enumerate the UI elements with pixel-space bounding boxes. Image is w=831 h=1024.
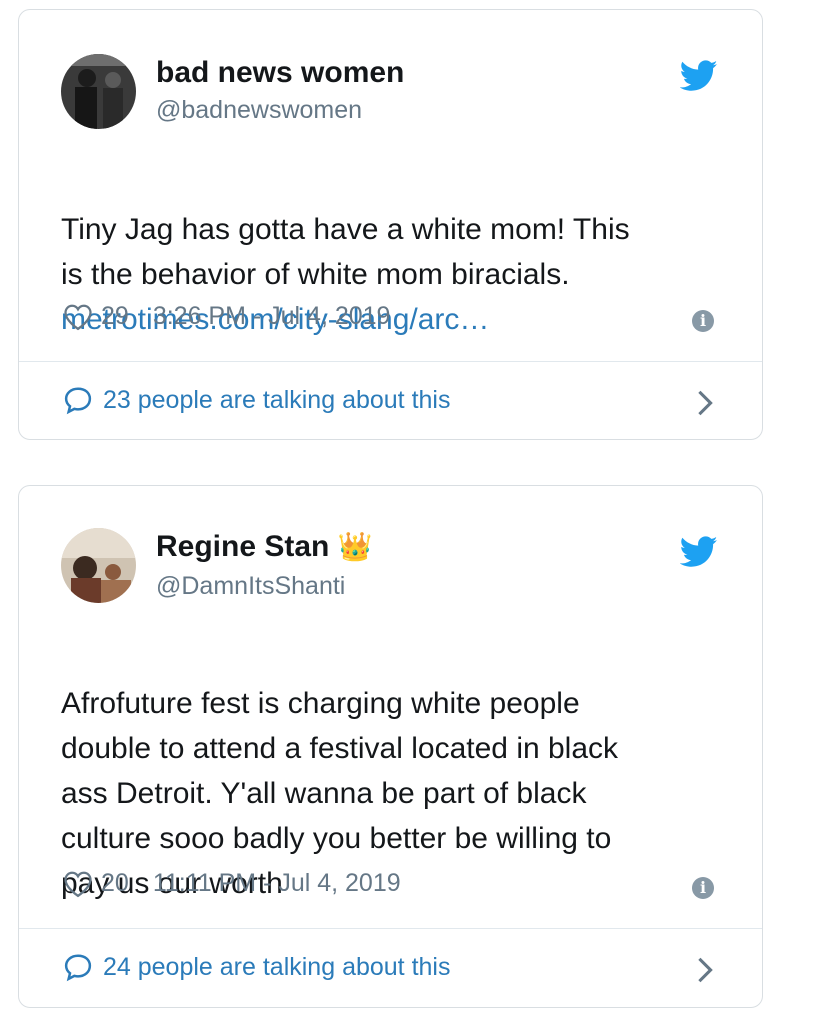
info-icon[interactable]: i: [692, 310, 714, 332]
user-handle[interactable]: @badnewswomen: [156, 96, 362, 125]
info-icon[interactable]: i: [692, 877, 714, 899]
chevron-right-icon[interactable]: [696, 389, 714, 417]
avatar-photo: [61, 54, 136, 129]
twitter-bird-icon[interactable]: [680, 536, 718, 568]
heart-icon[interactable]: [63, 303, 93, 331]
divider: [19, 928, 762, 929]
display-name[interactable]: bad news women: [156, 56, 404, 90]
talking-text: 24 people are talking about this: [103, 952, 451, 981]
tweet-card[interactable]: bad news women @badnewswomen Tiny Jag ha…: [18, 9, 763, 440]
talking-text: 23 people are talking about this: [103, 385, 451, 414]
tweet-card[interactable]: Regine Stan 👑 @DamnItsShanti Afrofuture …: [18, 485, 763, 1008]
tweet-meta: 29 3:26 PM - Jul 4, 2019: [63, 302, 390, 331]
tweet-body: Tiny Jag has gotta have a white mom! Thi…: [61, 213, 630, 291]
display-name-text: bad news women: [156, 56, 405, 89]
speech-bubble-icon: [64, 387, 92, 415]
like-count[interactable]: 29: [101, 302, 129, 331]
twitter-bird-icon[interactable]: [680, 60, 718, 92]
display-name[interactable]: Regine Stan 👑: [156, 530, 373, 564]
chevron-right-icon[interactable]: [696, 956, 714, 984]
like-count[interactable]: 20: [101, 869, 129, 898]
display-name-text: Regine Stan: [156, 530, 330, 563]
heart-icon[interactable]: [63, 870, 93, 898]
avatar[interactable]: [61, 528, 136, 603]
user-handle[interactable]: @DamnItsShanti: [156, 572, 345, 601]
avatar-photo: [61, 528, 136, 603]
talking-link[interactable]: 23 people are talking about this: [63, 385, 450, 415]
speech-bubble-icon: [64, 954, 92, 982]
tweet-text: Afrofuture fest is charging white people…: [61, 636, 618, 906]
talking-link[interactable]: 24 people are talking about this: [63, 952, 450, 982]
avatar[interactable]: [61, 54, 136, 129]
tweet-meta: 20 11:11 PM - Jul 4, 2019: [63, 869, 401, 898]
timestamp[interactable]: 3:26 PM - Jul 4, 2019: [153, 302, 391, 331]
crown-emoji: 👑: [337, 531, 373, 562]
tweet-text: Tiny Jag has gotta have a white mom! Thi…: [61, 162, 630, 387]
divider: [19, 361, 762, 362]
timestamp[interactable]: 11:11 PM - Jul 4, 2019: [153, 869, 401, 898]
